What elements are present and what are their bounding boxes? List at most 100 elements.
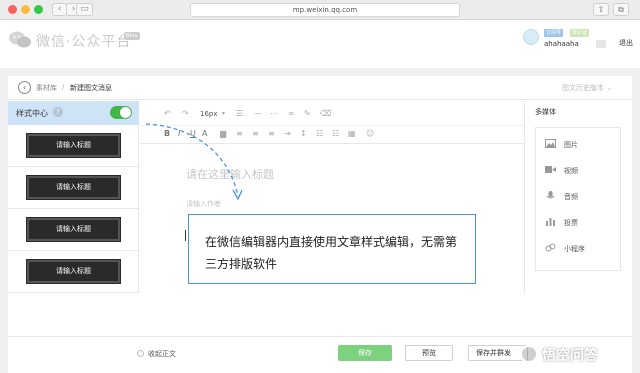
- italic-icon[interactable]: I: [178, 129, 180, 138]
- media-label: 视频: [564, 167, 578, 175]
- media-label: 小程序: [564, 245, 585, 253]
- browser-toolbar: ‹ › ▭ mp.weixin.qq.com ⇧ ⧉: [0, 0, 640, 20]
- media-panel-title: 多媒体: [535, 108, 556, 116]
- media-label: 图片: [564, 141, 578, 149]
- clear-format-icon[interactable]: ⌫: [320, 109, 331, 118]
- media-item-audio[interactable]: 音频: [536, 184, 622, 208]
- undo-icon[interactable]: ↶: [164, 109, 171, 118]
- wechat-logo-icon: [9, 31, 31, 48]
- emoji-icon[interactable]: ☺: [366, 129, 374, 138]
- callout-text: 在微信编辑器内直接使用文章样式编辑，无需第三方排版软件: [205, 235, 458, 271]
- template-label: 请输入标题: [56, 267, 91, 275]
- watermark-logo-icon: [520, 345, 538, 363]
- watermark: 悟空问答: [520, 343, 636, 367]
- list-item[interactable]: 请输入标题: [8, 167, 139, 209]
- media-item-mini-program[interactable]: 小程序: [536, 236, 622, 260]
- history-versions-link[interactable]: 图文历史版本 ⌄: [562, 83, 612, 93]
- back-nav-icon[interactable]: ‹: [52, 3, 67, 16]
- template-style-box[interactable]: 请输入标题: [27, 218, 120, 241]
- breadcrumb-separator: /: [62, 83, 65, 91]
- sidebar-toggle-icon[interactable]: ▭: [76, 3, 93, 16]
- style-center-header: 样式中心 ?: [8, 101, 139, 125]
- template-style-box[interactable]: 请输入标题: [27, 176, 120, 199]
- save-and-publish-button[interactable]: 保存并群发: [468, 345, 528, 361]
- collapse-body-label[interactable]: 收起正文: [148, 349, 176, 359]
- mini-program-icon: [545, 243, 556, 252]
- template-style-box[interactable]: 请输入标题: [27, 260, 120, 283]
- table-icon[interactable]: ▦: [348, 129, 356, 138]
- image-icon: [545, 139, 556, 148]
- title-input[interactable]: 请在这里输入标题: [186, 166, 274, 182]
- audio-icon: [546, 191, 555, 199]
- style-center-toggle[interactable]: [110, 106, 132, 119]
- close-window-button[interactable]: [8, 5, 17, 14]
- annotation-callout: 在微信编辑器内直接使用文章样式编辑，无需第三方排版软件: [188, 214, 476, 284]
- background-color-icon[interactable]: ▆: [220, 129, 226, 138]
- avatar[interactable]: [523, 29, 539, 45]
- template-label: 请输入标题: [56, 183, 91, 191]
- platform-title: 微信·公众平台: [36, 34, 132, 50]
- font-color-icon[interactable]: A: [202, 129, 207, 138]
- collapse-body-radio[interactable]: [137, 350, 144, 357]
- preview-button[interactable]: 预览: [405, 345, 453, 361]
- beta-badge: Beta: [124, 32, 140, 40]
- media-item-image[interactable]: 图片: [536, 132, 622, 156]
- media-item-vote[interactable]: 投票: [536, 210, 622, 234]
- media-list: 图片 视频 音频 投票 小程序: [535, 127, 621, 271]
- media-panel: 多媒体 图片 视频 音频 投票 小程序: [524, 101, 632, 293]
- line-height-icon[interactable]: ↕: [300, 129, 307, 138]
- breadcrumb-material-library[interactable]: 素材库: [36, 83, 57, 93]
- editor-toolbar-format: B I U A ▆ ≡ ≡ ≡ ⇥ ↕ ☷ ☷ ▦ ☺: [140, 126, 524, 144]
- list-item[interactable]: 请输入标题: [8, 125, 139, 167]
- template-label: 请输入标题: [56, 141, 91, 149]
- account-name[interactable]: ahahaaha: [544, 40, 579, 48]
- minimize-window-button[interactable]: [21, 5, 30, 14]
- format-brush-icon[interactable]: ✎: [304, 109, 311, 118]
- account-type-badge: 订阅号: [544, 29, 564, 37]
- font-size-select[interactable]: 16px: [200, 110, 218, 118]
- align-right-icon[interactable]: ≡: [268, 129, 275, 138]
- link-icon[interactable]: ∞: [288, 109, 295, 118]
- save-button[interactable]: 保存: [338, 345, 392, 361]
- editor-toolbar-top: ↶ ↷ 16px ▾ ☰ — ⋯ ∞ ✎ ⌫: [140, 101, 524, 126]
- share-icon[interactable]: ⇧: [593, 3, 609, 16]
- breadcrumb: ‹ 素材库 / 新建图文消息 图文历史版本 ⌄: [8, 76, 632, 100]
- template-label: 请输入标题: [56, 225, 91, 233]
- media-item-video[interactable]: 视频: [536, 158, 622, 182]
- video-icon: [545, 166, 556, 173]
- unordered-list-icon[interactable]: ☷: [332, 129, 339, 138]
- media-label: 音频: [564, 193, 578, 201]
- more-icon[interactable]: ⋯: [270, 109, 278, 118]
- address-bar[interactable]: mp.weixin.qq.com: [190, 3, 460, 17]
- indent-icon[interactable]: ⇥: [284, 129, 291, 138]
- media-label: 投票: [564, 219, 578, 227]
- style-center-label: 样式中心: [16, 109, 48, 118]
- style-template-list: 请输入标题 请输入标题 请输入标题 请输入标题: [8, 125, 139, 293]
- redo-icon[interactable]: ↷: [182, 109, 189, 118]
- verified-badge: 未认证: [570, 29, 590, 37]
- chevron-down-icon[interactable]: ▾: [222, 110, 225, 117]
- back-arrow-icon[interactable]: ‹: [18, 81, 31, 94]
- logout-link[interactable]: 退出: [619, 38, 633, 48]
- text-cursor: [185, 230, 186, 241]
- watermark-text: 悟空问答: [542, 348, 598, 364]
- vote-icon: [546, 218, 555, 226]
- list-icon[interactable]: ☰: [236, 109, 243, 118]
- tabs-icon[interactable]: ⧉: [613, 3, 629, 16]
- underline-icon[interactable]: U: [190, 129, 196, 138]
- align-left-icon[interactable]: ≡: [236, 129, 243, 138]
- list-item[interactable]: 请输入标题: [8, 209, 139, 251]
- site-header: 微信·公众平台 Beta 订阅号 未认证 ahahaaha 退出: [0, 20, 640, 68]
- template-style-box[interactable]: 请输入标题: [27, 134, 120, 157]
- list-item[interactable]: 请输入标题: [8, 251, 139, 293]
- author-input[interactable]: 请输入作者: [186, 199, 221, 209]
- divider-icon[interactable]: —: [254, 109, 262, 118]
- breadcrumb-current: 新建图文消息: [70, 84, 112, 92]
- ordered-list-icon[interactable]: ☷: [316, 129, 323, 138]
- toggle-knob: [120, 107, 131, 118]
- bold-icon[interactable]: B: [164, 129, 170, 138]
- help-icon[interactable]: ?: [53, 107, 63, 117]
- maximize-window-button[interactable]: [34, 5, 43, 14]
- align-center-icon[interactable]: ≡: [252, 129, 259, 138]
- account-menu-icon[interactable]: [596, 40, 606, 48]
